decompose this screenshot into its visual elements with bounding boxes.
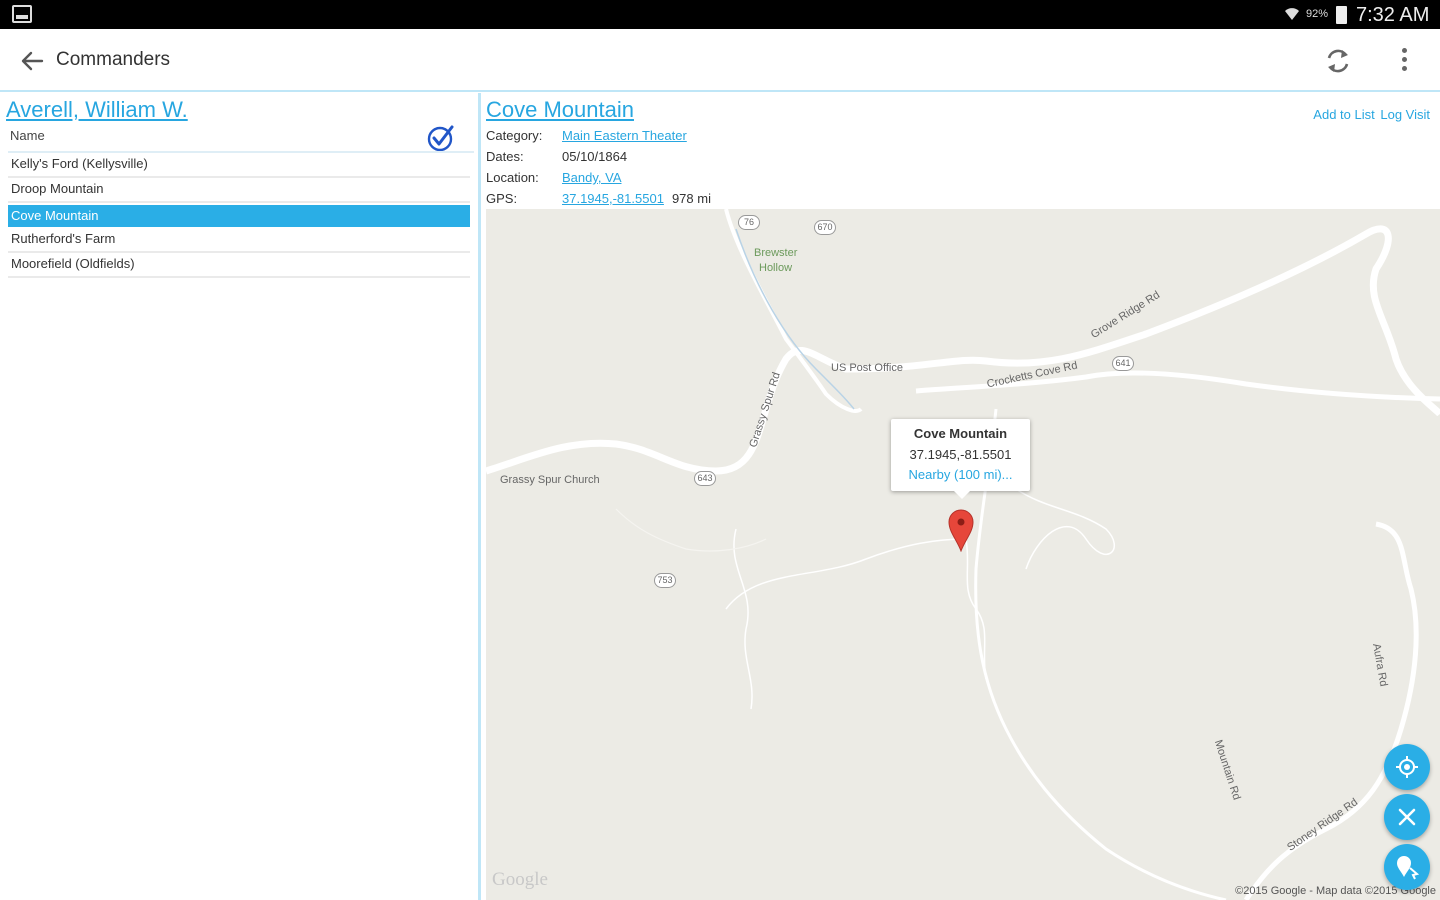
add-to-list-link[interactable]: Add to List [1313, 107, 1374, 122]
battle-list-item[interactable]: Rutherford's Farm [8, 228, 470, 253]
category-link[interactable]: Main Eastern Theater [562, 128, 687, 143]
my-location-button[interactable] [1384, 744, 1430, 790]
gallery-notification-icon [12, 5, 32, 23]
google-logo: Google [492, 869, 548, 890]
name-column-header: Name [10, 128, 45, 143]
map-label-post-office: US Post Office [831, 362, 903, 374]
map-label-grassy-spur-church: Grassy Spur Church [500, 474, 600, 486]
info-window-title: Cove Mountain [913, 426, 1008, 441]
battle-list-item-selected[interactable]: Cove Mountain [8, 205, 470, 227]
gps-link[interactable]: 37.1945,-81.5501 [562, 191, 664, 206]
overflow-menu-icon[interactable] [1392, 45, 1416, 77]
location-label: Location: [486, 170, 539, 185]
wifi-icon [1285, 8, 1299, 20]
close-icon [1398, 808, 1416, 826]
map-label-hollow: Hollow [759, 262, 793, 274]
log-visit-link[interactable]: Log Visit [1380, 107, 1430, 122]
map-view[interactable]: Brewster Hollow US Post Office Grassy Sp… [486, 209, 1440, 900]
distance-value: 978 mi [671, 191, 711, 206]
crosshair-icon [1396, 756, 1418, 778]
info-window-nearby-link[interactable]: Nearby (100 mi)... [891, 467, 1030, 482]
app-toolbar: Commanders [0, 29, 1440, 92]
dates-label: Dates: [486, 149, 524, 164]
route-badge: 643 [694, 471, 716, 486]
map-roads [486, 209, 1440, 900]
battle-list-item[interactable]: Moorefield (Oldfields) [8, 253, 470, 278]
route-badge: 670 [814, 220, 836, 235]
commander-pane: Averell, William W. Name Kelly's Ford (K… [0, 93, 478, 900]
directions-pin-icon [1397, 856, 1420, 880]
commander-name-link[interactable]: Averell, William W. [6, 97, 188, 123]
dates-row: Dates: 05/10/1864 [486, 149, 627, 164]
toolbar-title: Commanders [56, 49, 171, 70]
battle-title-link[interactable]: Cove Mountain [486, 97, 634, 123]
action-links: Add to List Log Visit [1311, 107, 1430, 122]
back-arrow-icon[interactable] [16, 45, 48, 77]
clock: 7:32 AM [1356, 4, 1430, 26]
sync-icon[interactable] [1320, 43, 1356, 79]
info-window-gps: 37.1945,-81.5501 [909, 447, 1012, 462]
location-link[interactable]: Bandy, VA [562, 170, 622, 185]
gps-row: GPS: 37.1945,-81.5501 978 mi [486, 191, 711, 206]
status-bar: 92% 7:32 AM [0, 0, 1440, 29]
map-pin-icon[interactable] [947, 508, 975, 552]
map-label-brewster: Brewster [754, 247, 798, 259]
battery-percent: 92% [1306, 8, 1329, 20]
directions-button[interactable] [1384, 844, 1430, 890]
route-badge: 76 [738, 215, 760, 230]
category-row: Category: Main Eastern Theater [486, 128, 687, 143]
category-label: Category: [486, 128, 543, 143]
battle-list-item[interactable]: Droop Mountain [8, 178, 470, 203]
battle-list-item[interactable]: Kelly's Ford (Kellysville) [8, 153, 470, 178]
visited-check-icon[interactable] [426, 123, 456, 153]
route-badge: 641 [1112, 356, 1134, 371]
map-info-window[interactable]: Cove Mountain 37.1945,-81.5501 Nearby (1… [891, 419, 1030, 499]
route-badge: 753 [654, 573, 676, 588]
gps-label: GPS: [486, 191, 518, 206]
battery-icon [1336, 6, 1347, 24]
battle-list: Kelly's Ford (Kellysville) Droop Mountai… [8, 153, 470, 278]
dates-value: 05/10/1864 [562, 149, 628, 164]
close-map-button[interactable] [1384, 794, 1430, 840]
location-row: Location: Bandy, VA [486, 170, 622, 185]
